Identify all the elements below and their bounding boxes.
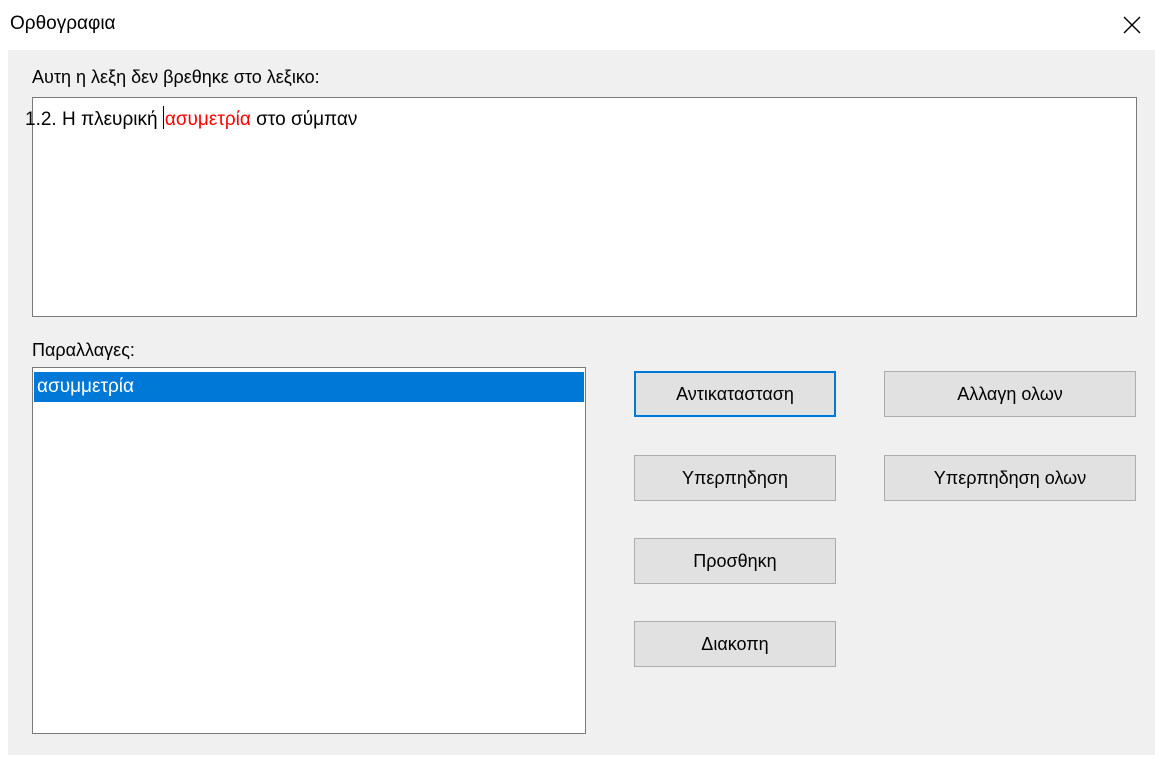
sentence-text: 1.2. Η πλευρική ασυμετρία στο σύμπαν [25,106,357,131]
close-icon [1123,16,1141,34]
not-found-label: Αυτη η λεξη δεν βρεθηκε στο λεξικο: [32,67,320,87]
ignore-button[interactable]: Υπερπηδηση [634,455,836,501]
cancel-button[interactable]: Διακοπη [634,621,836,667]
text-caret [162,106,164,129]
replace-button[interactable]: Αντικατασταση [634,371,836,417]
add-button[interactable]: Προσθηκη [634,538,836,584]
replace-all-button[interactable]: Αλλαγη ολων [884,371,1136,417]
list-item[interactable]: ασυμμετρία [34,372,584,402]
sentence-after: στο σύμπαν [250,109,358,130]
sentence-textbox[interactable]: 1.2. Η πλευρική ασυμετρία στο σύμπαν [25,97,1137,317]
suggestions-label: Παραλλαγες: [32,340,135,360]
close-button[interactable] [1109,0,1155,50]
ignore-all-button[interactable]: Υπερπηδηση ολων [884,455,1136,501]
sentence-before: 1.2. Η πλευρική [25,109,163,130]
window-title: Ορθογραφια [10,13,116,34]
suggestions-list[interactable]: ασυμμετρία [32,367,586,734]
misspelled-word: ασυμετρία [164,109,251,130]
title-bar: Ορθογραφια [0,0,1155,50]
